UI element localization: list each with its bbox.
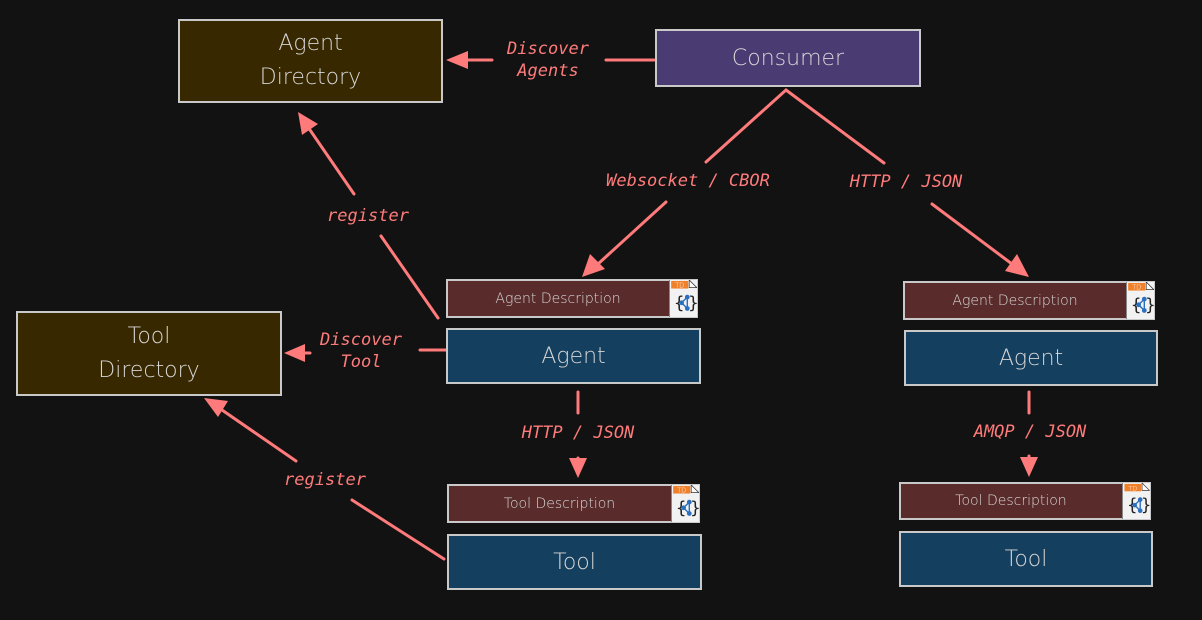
label-http-json-tool: HTTP / JSON <box>521 423 635 443</box>
label-discover-tool: Discover Tool <box>320 330 402 372</box>
arrowhead-agent-directory <box>446 51 468 69</box>
arrowhead-agent-directory-register <box>298 112 318 135</box>
svg-text:TD: TD <box>675 282 684 290</box>
arrowhead-tool-directory-register <box>204 398 228 417</box>
agent-right-node[interactable]: Agent <box>904 330 1158 386</box>
tool-description-left-label: Tool Description <box>503 495 616 512</box>
tool-directory-node[interactable]: Tool Directory <box>16 311 282 396</box>
edge-http-consumer-a <box>784 88 886 165</box>
edge-websocket-a <box>704 88 788 164</box>
tool-left-label: Tool <box>553 549 596 575</box>
agent-directory-node[interactable]: Agent Directory <box>178 19 443 103</box>
label-websocket-cbor: Websocket / CBOR <box>606 171 770 191</box>
arrowhead-tool-directory <box>284 344 305 362</box>
tool-right-node[interactable]: Tool <box>899 531 1153 587</box>
edge-websocket-b <box>596 200 668 266</box>
thing-description-icon: TD { } <box>669 280 697 317</box>
label-http-json-consumer: HTTP / JSON <box>849 172 963 192</box>
label-amqp-json: AMQP / JSON <box>973 422 1087 442</box>
agent-right-label: Agent <box>998 345 1064 371</box>
consumer-node[interactable]: Consumer <box>655 29 921 87</box>
consumer-label: Consumer <box>731 45 845 71</box>
agent-directory-label: Agent Directory <box>259 31 362 90</box>
label-register-tool: register <box>284 470 366 490</box>
arrowhead-tool-right <box>1020 457 1038 477</box>
edge-register-agent-b <box>308 128 356 196</box>
thing-description-icon: TD { } <box>1126 282 1154 319</box>
edge-register-tool-a <box>350 498 446 561</box>
agent-description-left-label: Agent Description <box>495 290 621 307</box>
arrowhead-tool-left <box>569 458 587 478</box>
thing-description-icon: TD { } <box>1122 483 1150 519</box>
edge-register-agent-a <box>379 234 440 320</box>
agent-left-node[interactable]: Agent <box>446 328 701 384</box>
svg-text:TD: TD <box>677 487 686 495</box>
arrowhead-agent-right <box>1005 254 1029 277</box>
agent-left-label: Agent <box>541 343 606 369</box>
edge-register-tool-b <box>220 408 298 463</box>
tool-description-right-label: Tool Description <box>955 493 1067 509</box>
tool-description-right[interactable]: Tool Description TD { } <box>899 482 1151 520</box>
label-register-agent: register <box>327 206 409 226</box>
svg-text:}: } <box>1141 496 1150 515</box>
agent-description-left[interactable]: Agent Description TD { } <box>446 279 698 318</box>
edge-http-consumer-b <box>930 202 1014 266</box>
agent-description-right[interactable]: Agent Description TD { } <box>903 281 1155 320</box>
arrowhead-agent-left <box>582 254 605 277</box>
tool-left-node[interactable]: Tool <box>447 534 702 590</box>
svg-text:TD: TD <box>1132 284 1141 292</box>
tool-directory-label: Tool Directory <box>98 323 200 383</box>
tool-description-left[interactable]: Tool Description TD { } <box>447 484 700 523</box>
agent-description-right-label: Agent Description <box>952 292 1078 309</box>
label-discover-agents: Discover Agents <box>507 39 589 81</box>
thing-description-icon: TD { } <box>671 485 699 522</box>
tool-right-label: Tool <box>1004 546 1048 572</box>
svg-text:TD: TD <box>1128 484 1137 492</box>
